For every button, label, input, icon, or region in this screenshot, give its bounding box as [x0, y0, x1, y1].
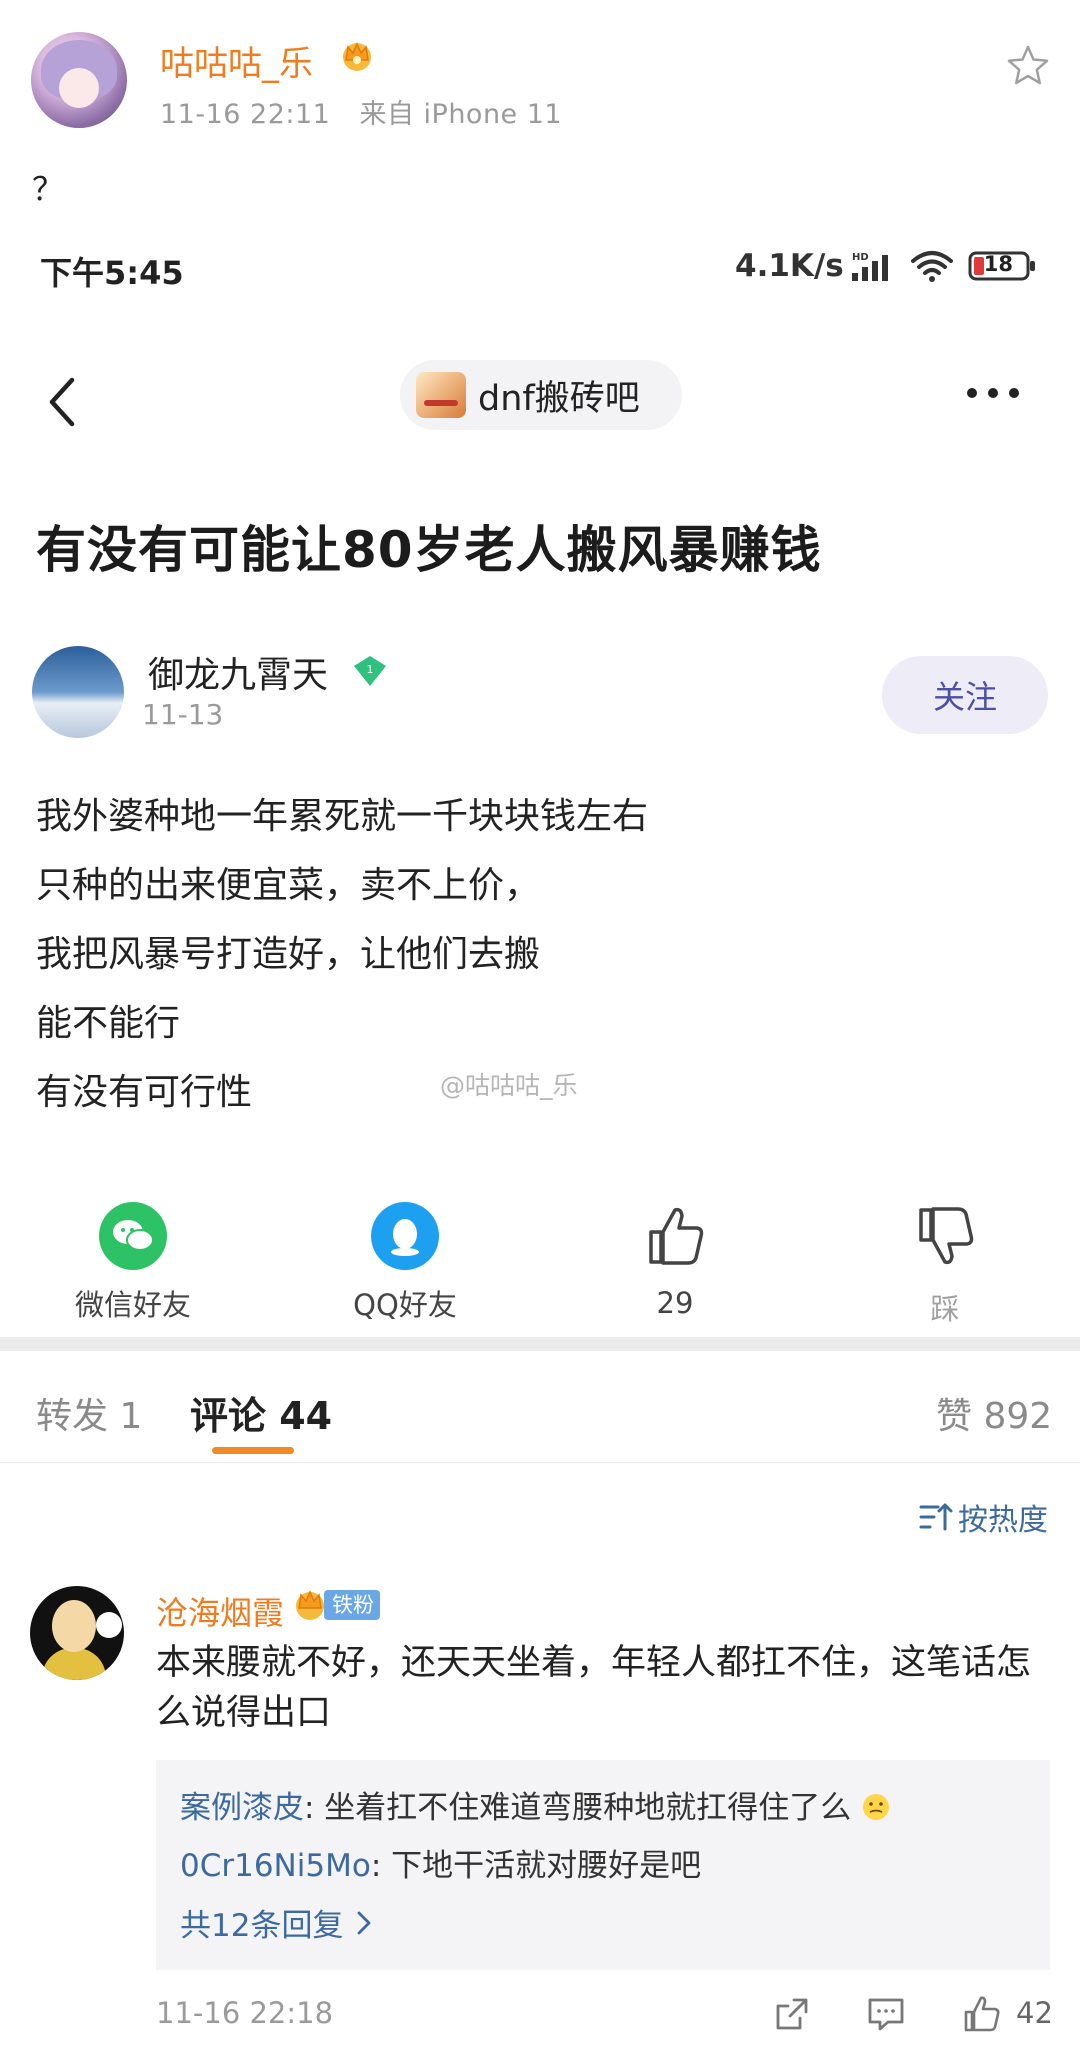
sort-by-hot[interactable]: 按热度	[918, 1496, 1048, 1538]
like-count: 29	[656, 1286, 694, 1320]
author-date: 11-13	[142, 698, 224, 731]
tab-comments[interactable]: 评论 44	[190, 1385, 332, 1440]
body-line: 只种的出来便宜菜，卖不上价，	[36, 865, 541, 906]
dislike-button[interactable]: 踩	[895, 1202, 995, 1328]
status-time: 下午5:45	[40, 254, 184, 292]
battery-level: 18	[983, 252, 1013, 276]
thumbs-up-icon	[649, 1207, 704, 1265]
forum-pill[interactable]: dnf搬砖吧	[400, 360, 682, 430]
share-qq[interactable]: QQ好友	[340, 1202, 470, 1324]
forum-logo	[416, 372, 466, 418]
author-avatar[interactable]	[32, 646, 124, 738]
comment-like-icon[interactable]	[962, 1994, 1002, 2034]
more-replies-link[interactable]: 共12条回复	[180, 1900, 375, 1945]
crown-icon	[343, 42, 371, 71]
reply-user[interactable]: 0Cr16Ni5Mo	[180, 1848, 371, 1884]
reply-text: : 坐着扛不住难道弯腰种地就扛得住了么	[304, 1790, 852, 1826]
commenter-avatar[interactable]	[30, 1586, 124, 1680]
author-name[interactable]: 御龙九霄天	[148, 646, 328, 698]
body-line: 我把风暴号打造好，让他们去搬	[36, 934, 541, 975]
reply-text: : 下地干活就对腰好是吧	[370, 1848, 702, 1884]
dislike-label: 踩	[930, 1292, 960, 1326]
more-replies-label: 共12条回复	[180, 1908, 344, 1944]
tab-repost[interactable]: 转发 1	[36, 1387, 142, 1439]
sort-icon	[919, 1503, 953, 1531]
qq-icon	[371, 1202, 439, 1270]
svg-text:HD: HD	[852, 252, 869, 263]
comment-footer: 11-16 22:18 42	[156, 1994, 1056, 2038]
reply-box[interactable]: 案例漆皮: 坐着扛不住难道弯腰种地就扛得住了么 0Cr16Ni5Mo: 下地干活…	[156, 1760, 1050, 1970]
comment-text: 本来腰就不好，还天天坐着，年轻人都扛不住，这笔话怎么说得出口	[156, 1643, 1032, 1733]
post-meta: 11-16 22:11 来自 iPhone 11	[160, 92, 562, 131]
post-username[interactable]: 咕咕咕_乐	[160, 36, 313, 85]
comment-tabs: 转发 1 评论 44 赞 892	[0, 1351, 1080, 1463]
commenter-name[interactable]: 沧海烟霞	[156, 1588, 284, 1634]
post-time: 11-16 22:11	[160, 99, 331, 130]
share-icon[interactable]	[772, 1994, 812, 2034]
thread-title: 有没有可能让80岁老人搬风暴赚钱	[36, 521, 822, 579]
share-wechat-label: 微信好友	[74, 1288, 191, 1322]
emoji-icon	[863, 1794, 890, 1820]
body-line: 我外婆种地一年累死就一千块块钱左右	[36, 796, 649, 837]
signal-icon: HD	[851, 252, 888, 281]
share-qq-label: QQ好友	[353, 1288, 457, 1322]
user-avatar[interactable]	[31, 32, 127, 128]
reply-comment-icon[interactable]	[866, 1994, 906, 2034]
post-header: 咕咕咕_乐 11-16 22:11 来自 iPhone 11	[0, 0, 1080, 160]
fan-badge: 铁粉	[324, 1590, 380, 1620]
network-speed: 4.1K/s	[735, 248, 844, 284]
comment-time: 11-16 22:18	[156, 1996, 334, 2030]
favorite-star-icon[interactable]	[1004, 42, 1052, 90]
like-button[interactable]: 29	[625, 1202, 725, 1320]
vip-crown-icon	[296, 1590, 324, 1620]
chevron-right-icon	[358, 1911, 371, 1934]
reply-user[interactable]: 案例漆皮	[180, 1790, 304, 1826]
level-badge-icon: 1	[354, 656, 386, 686]
battery-icon: 18	[968, 250, 1038, 282]
reply-item: 案例漆皮: 坐着扛不住难道弯腰种地就扛得住了么	[180, 1782, 891, 1827]
more-dots-icon[interactable]	[964, 378, 1022, 408]
embedded-screenshot[interactable]: 下午5:45 4.1K/s HD 18 dnf搬砖吧 有没有可能让80岁老人搬风…	[0, 222, 1080, 1344]
wifi-icon	[910, 251, 953, 282]
section-divider	[0, 1337, 1080, 1351]
post-text: ？	[32, 170, 65, 208]
wechat-icon	[99, 1202, 167, 1270]
level-number: 1	[367, 663, 374, 676]
share-wechat[interactable]: 微信好友	[68, 1202, 198, 1324]
post-source: 来自 iPhone 11	[359, 99, 563, 130]
reply-item: 0Cr16Ni5Mo: 下地干活就对腰好是吧	[180, 1840, 701, 1885]
active-tab-indicator	[212, 1447, 294, 1454]
share-row: 微信好友 QQ好友 29 踩	[0, 1202, 1080, 1326]
forum-name: dnf搬砖吧	[478, 378, 640, 419]
watermark: @咕咕咕_乐	[440, 1071, 578, 1100]
forum-nav-bar: dnf搬砖吧	[0, 352, 1080, 442]
sort-label: 按热度	[958, 1503, 1048, 1538]
tab-likes[interactable]: 赞 892	[936, 1387, 1052, 1439]
comment-like-count: 42	[1016, 1996, 1053, 2030]
follow-button[interactable]: 关注	[882, 656, 1048, 734]
back-arrow-icon[interactable]	[42, 372, 82, 432]
body-line: 能不能行	[36, 1003, 181, 1044]
status-icons: 4.1K/s HD 18	[735, 246, 1038, 286]
thumbs-down-icon	[919, 1207, 974, 1265]
